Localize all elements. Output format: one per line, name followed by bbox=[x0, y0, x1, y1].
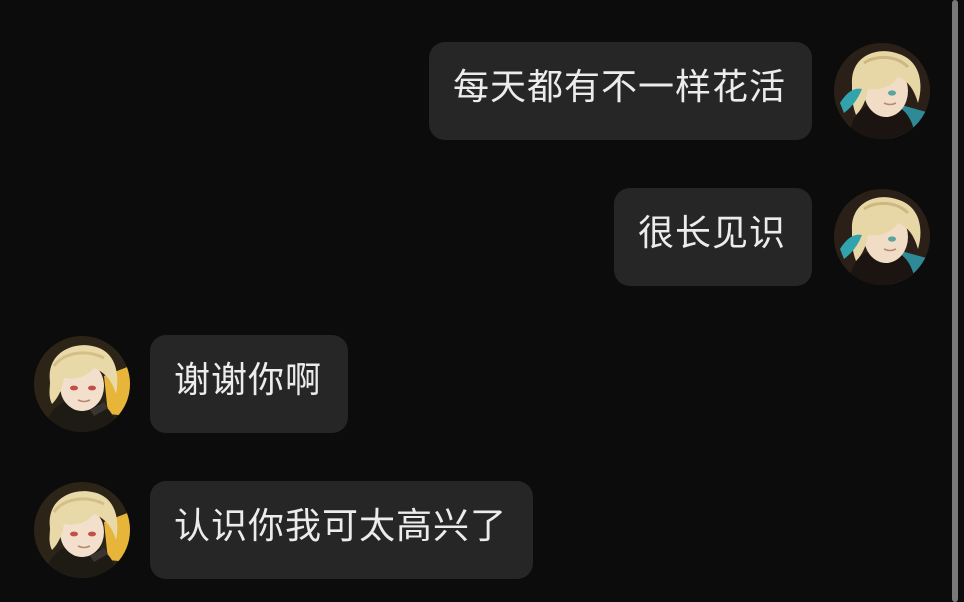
user-avatar-icon[interactable] bbox=[834, 189, 930, 285]
message-bubble[interactable]: 很长见识 bbox=[613, 188, 812, 286]
message-bubble[interactable]: 每天都有不一样花活 bbox=[428, 42, 812, 140]
message-bubble[interactable]: 认识你我可太高兴了 bbox=[150, 481, 534, 579]
message-row-outgoing: 很长见识 bbox=[613, 188, 930, 286]
message-row-incoming: 认识你我可太高兴了 bbox=[34, 481, 534, 579]
user-avatar-icon[interactable] bbox=[834, 43, 930, 139]
message-row-outgoing: 每天都有不一样花活 bbox=[428, 42, 930, 140]
chat-window: 每天都有不一样花活 很长见识 谢谢你啊 认识你我可太高兴了 bbox=[0, 0, 964, 602]
message-bubble[interactable]: 谢谢你啊 bbox=[150, 335, 349, 433]
contact-avatar-icon[interactable] bbox=[34, 336, 130, 432]
message-row-incoming: 谢谢你啊 bbox=[34, 335, 349, 433]
scrollbar[interactable] bbox=[952, 0, 958, 602]
contact-avatar-icon[interactable] bbox=[34, 482, 130, 578]
